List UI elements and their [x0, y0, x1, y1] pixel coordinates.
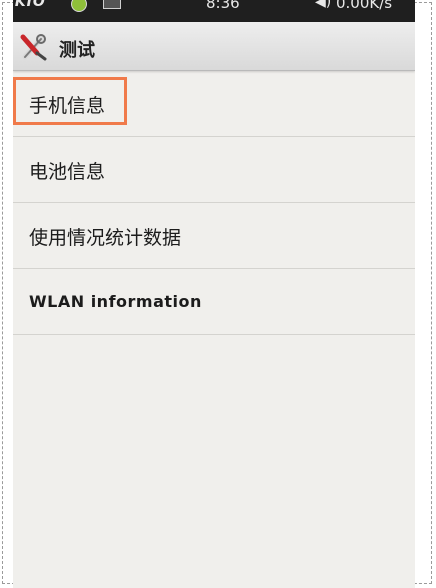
volume-icon: ◀) [315, 0, 332, 10]
list-item-label: WLAN information [29, 292, 202, 311]
settings-list: 手机信息 电池信息 使用情况统计数据 WLAN information [13, 71, 415, 335]
list-item-label: 使用情况统计数据 [29, 227, 182, 249]
tools-icon [20, 34, 47, 61]
carrier-label: VKIO [13, 0, 46, 10]
network-speed: 0.00K/s [336, 0, 393, 12]
action-bar: 测试 [13, 22, 415, 71]
status-bar: VKIO 8:36 ◀) 0.00K/s [13, 0, 415, 22]
image-notification-icon [103, 0, 121, 9]
list-item-wlan-information[interactable]: WLAN information [13, 269, 415, 335]
list-item-label: 手机信息 [29, 95, 106, 117]
notification-icon [71, 0, 87, 12]
list-item-usage-statistics[interactable]: 使用情况统计数据 [13, 203, 415, 269]
page-title: 测试 [59, 40, 95, 61]
phone-screen: VKIO 8:36 ◀) 0.00K/s 测试 手机信息 电池信息 使用情况统计… [13, 0, 415, 588]
list-item-label: 电池信息 [29, 161, 106, 183]
list-item-phone-info[interactable]: 手机信息 [13, 71, 415, 137]
list-item-battery-info[interactable]: 电池信息 [13, 137, 415, 203]
status-clock: 8:36 [206, 0, 240, 12]
